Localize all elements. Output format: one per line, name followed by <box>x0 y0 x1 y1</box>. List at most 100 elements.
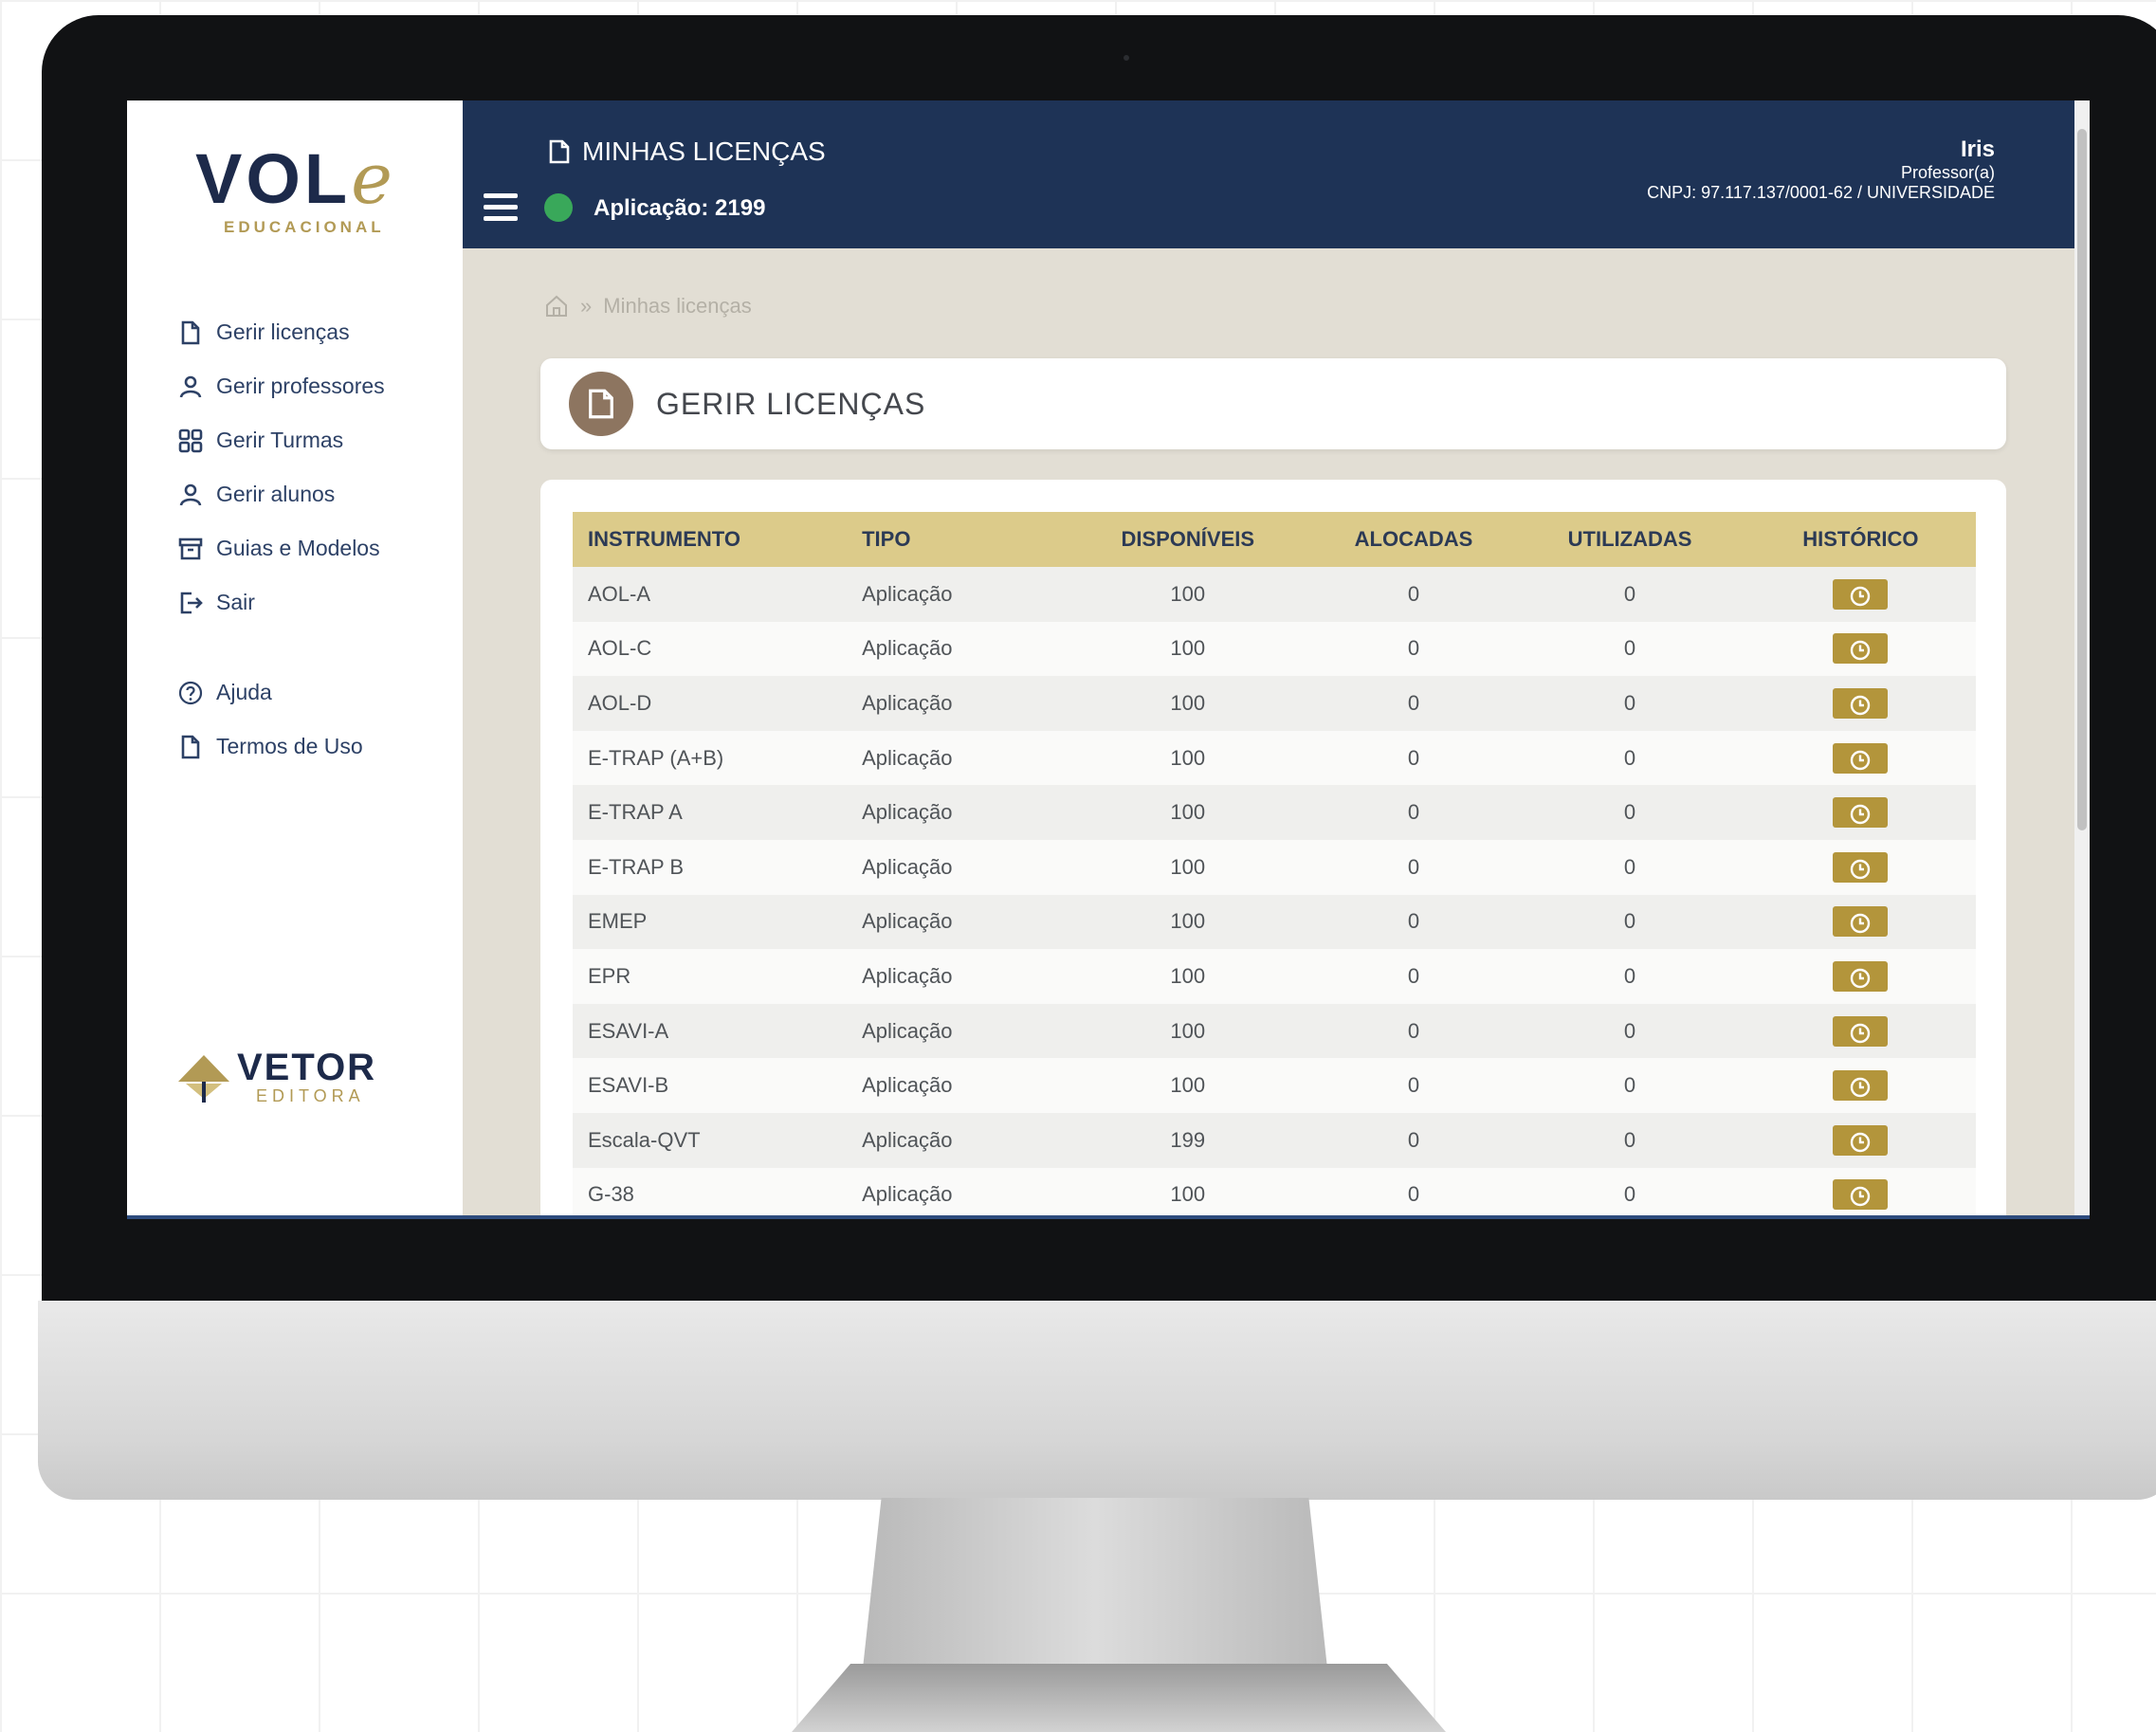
cell-disponiveis: 100 <box>1170 1018 1206 1043</box>
cell-historico <box>1745 785 1976 840</box>
sidebar-item-label: Gerir Turmas <box>216 428 344 452</box>
scrollbar-thumb[interactable] <box>2077 129 2087 830</box>
page-scrollbar[interactable] <box>2074 100 2090 1219</box>
cell-tipo: Aplicação <box>862 690 953 715</box>
table-row: AOL-C Aplicação 100 0 0 <box>573 621 1976 677</box>
breadcrumb-current: Minhas licenças <box>603 294 752 318</box>
column-header-historico[interactable]: HISTÓRICO <box>1745 512 1976 567</box>
user-info[interactable]: Iris Professor(a) CNPJ: 97.117.137/0001-… <box>1647 137 1995 203</box>
history-button[interactable] <box>1833 578 1889 610</box>
home-icon[interactable] <box>544 294 569 319</box>
cell-historico <box>1745 1113 1976 1168</box>
cell-disponiveis: 100 <box>1170 690 1206 715</box>
column-header-tipo[interactable]: TIPO <box>861 512 1063 567</box>
cell-alocadas: 0 <box>1407 1127 1420 1152</box>
cell-historico <box>1745 731 1976 786</box>
cell-disponiveis: 100 <box>1170 909 1206 934</box>
licenses-table-card: INSTRUMENTO TIPO DISPONÍVEIS ALOCADAS UTILIZ… <box>540 480 2006 1219</box>
history-button[interactable] <box>1833 687 1889 719</box>
column-header-utilizadas[interactable]: UTILIZADAS <box>1514 512 1745 567</box>
cell-utilizadas: 0 <box>1623 854 1636 879</box>
cell-alocadas: 0 <box>1407 854 1420 879</box>
clock-icon <box>1851 641 1871 661</box>
history-button[interactable] <box>1833 960 1889 992</box>
breadcrumb-separator: » <box>580 294 593 318</box>
cell-instrumento: EPR <box>588 963 631 988</box>
table-row: E-TRAP (A+B) Aplicação 100 0 0 <box>573 730 1976 786</box>
history-button[interactable] <box>1833 1070 1889 1102</box>
sidebar-item-label: Sair <box>216 590 255 614</box>
cell-disponiveis: 100 <box>1170 1182 1206 1207</box>
document-icon <box>181 735 200 758</box>
cell-tipo: Aplicação <box>862 1073 953 1098</box>
sidebar-item-gerir-professores[interactable]: Gerir professores <box>178 359 385 413</box>
sidebar-item-gerir-licencas[interactable]: Gerir licenças <box>178 305 385 359</box>
table-header-row: INSTRUMENTO TIPO DISPONÍVEIS ALOCADAS UTILIZ… <box>573 512 1976 567</box>
clock-icon <box>1851 968 1871 989</box>
history-button[interactable] <box>1833 1015 1889 1047</box>
history-button[interactable] <box>1833 906 1889 938</box>
document-icon <box>181 320 200 344</box>
clock-icon <box>1851 695 1871 716</box>
monitor-stand-neck <box>863 1498 1327 1668</box>
clock-icon <box>1851 750 1871 770</box>
history-button[interactable] <box>1833 797 1889 829</box>
history-button[interactable] <box>1833 742 1889 774</box>
clock-icon <box>1851 914 1871 934</box>
cell-tipo: Aplicação <box>862 581 953 606</box>
sidebar-item-ajuda[interactable]: Ajuda <box>178 665 363 720</box>
cell-historico <box>1745 1058 1976 1113</box>
menu-toggle-button[interactable] <box>484 193 518 222</box>
cell-historico <box>1745 895 1976 950</box>
table-row: E-TRAP A Aplicação 100 0 0 <box>573 785 1976 840</box>
column-header-instrumento[interactable]: INSTRUMENTO <box>573 512 861 567</box>
sidebar-nav: Gerir licenças Gerir professores Gerir Tur… <box>178 305 385 629</box>
cell-disponiveis: 100 <box>1170 581 1206 606</box>
column-header-alocadas[interactable]: ALOCADAS <box>1313 512 1515 567</box>
cell-alocadas: 0 <box>1407 909 1420 934</box>
cell-utilizadas: 0 <box>1623 800 1636 825</box>
sidebar-item-sair[interactable]: Sair <box>178 575 385 629</box>
monitor-camera <box>1124 55 1129 61</box>
cell-disponiveis: 100 <box>1170 745 1206 770</box>
cell-historico <box>1745 949 1976 1004</box>
table-row: AOL-A Aplicação 100 0 0 <box>573 567 1976 622</box>
cell-disponiveis: 100 <box>1170 963 1206 988</box>
sidebar-item-label: Guias e Modelos <box>216 536 380 560</box>
user-icon <box>179 375 202 397</box>
clock-icon <box>1851 1132 1871 1152</box>
user-name: Iris <box>1960 137 1995 162</box>
history-button[interactable] <box>1833 1124 1889 1156</box>
cell-disponiveis: 199 <box>1170 1127 1206 1152</box>
screen-bottom-edge <box>127 1215 2090 1219</box>
cell-alocadas: 0 <box>1407 636 1420 661</box>
history-button[interactable] <box>1833 633 1889 665</box>
sidebar-item-termos-de-uso[interactable]: Termos de Uso <box>178 720 363 774</box>
sidebar-item-gerir-turmas[interactable]: Gerir Turmas <box>178 413 385 467</box>
cell-instrumento: E-TRAP A <box>588 800 683 825</box>
cell-tipo: Aplicação <box>862 963 953 988</box>
vole-logo[interactable]: VOLe EDUCACIONAL <box>195 144 394 237</box>
table-row: ESAVI-B Aplicação 100 0 0 <box>573 1058 1976 1113</box>
cell-utilizadas: 0 <box>1623 581 1636 606</box>
sidebar-item-gerir-alunos[interactable]: Gerir alunos <box>178 467 385 521</box>
cell-instrumento: AOL-A <box>588 581 651 606</box>
cell-utilizadas: 0 <box>1623 1073 1636 1098</box>
history-button[interactable] <box>1833 1179 1889 1211</box>
cell-tipo: Aplicação <box>862 854 953 879</box>
document-glyph <box>589 389 613 419</box>
sidebar-item-guias-e-modelos[interactable]: Guias e Modelos <box>178 521 385 575</box>
monitor-chin <box>38 1301 2156 1500</box>
cell-alocadas: 0 <box>1407 1182 1420 1207</box>
logo-word-e: e <box>351 138 396 220</box>
cell-utilizadas: 0 <box>1623 1182 1636 1207</box>
page-title-card: GERIR LICENÇAS <box>540 358 2006 449</box>
monitor-stand-foot <box>792 1664 1446 1732</box>
licenses-table: INSTRUMENTO TIPO DISPONÍVEIS ALOCADAS UTILIZ… <box>573 512 1976 1219</box>
header-title-text: MINHAS LICENÇAS <box>582 137 826 166</box>
history-button[interactable] <box>1833 851 1889 883</box>
column-header-disponiveis[interactable]: DISPONÍVEIS <box>1063 512 1313 567</box>
cell-instrumento: AOL-C <box>588 636 652 661</box>
sidebar-item-label: Gerir alunos <box>216 482 336 506</box>
cell-tipo: Aplicação <box>862 1182 953 1207</box>
